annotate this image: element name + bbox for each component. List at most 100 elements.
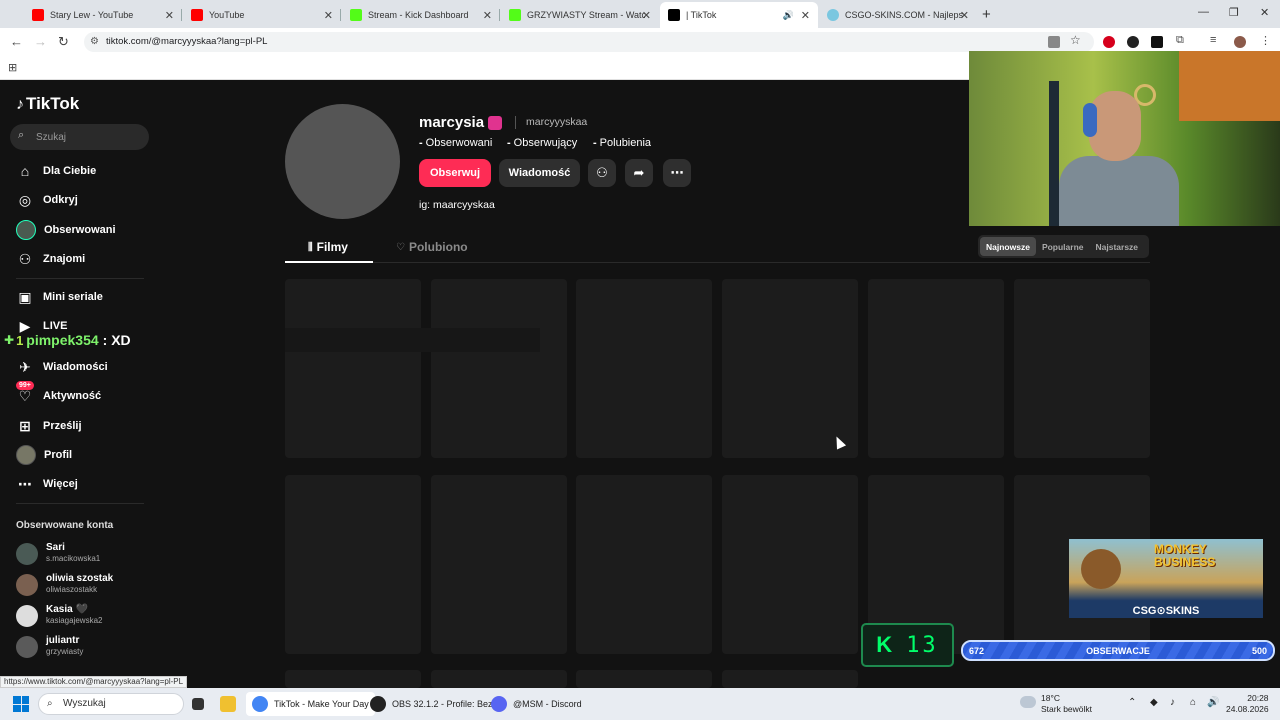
opera-extension-icon[interactable] [1103,36,1115,48]
back-icon[interactable]: ← [10,34,23,49]
stat-following[interactable]: - Obserwowani [419,137,492,149]
sidebar-item-messages[interactable]: ✈ Wiadomości [16,355,146,379]
microphone-icon[interactable]: ♪ [1170,697,1175,708]
sidebar-item-following[interactable]: Obserwowani [16,218,146,242]
more-options-icon[interactable]: ⋯ [663,159,691,187]
sidebar-item-friends[interactable]: ⚇ Znajomi [16,247,146,271]
file-explorer-icon[interactable] [220,692,242,716]
video-card[interactable] [868,279,1004,458]
new-tab-button[interactable]: + [982,6,991,23]
chrome-icon [252,696,268,712]
video-card[interactable] [285,670,421,688]
puzzle-icon[interactable]: ⧉ [1176,34,1188,46]
windows-start-icon[interactable] [13,696,29,712]
video-card[interactable] [285,279,421,458]
reading-list-icon[interactable]: ≡ [1210,34,1222,46]
task-view-icon[interactable] [192,692,210,716]
add-friend-icon[interactable]: ⚇ [588,159,616,187]
video-card[interactable] [285,475,421,654]
clock[interactable]: 20:28 24.08.2026 [1226,693,1269,715]
sidebar-item-profile[interactable]: Profil [16,443,146,467]
close-icon[interactable]: ✕ [324,9,333,22]
extension-icon[interactable] [1151,36,1163,48]
video-card[interactable] [431,279,567,458]
browser-tab-2[interactable]: YouTube ✕ [183,4,341,26]
close-icon[interactable]: ✕ [960,9,969,22]
sidebar-item-for-you[interactable]: ⌂ Dla Ciebie [16,159,146,183]
sort-toggle: Najnowsze Popularne Najstarsze [978,235,1149,258]
taskbar-search[interactable]: ⌕ Wyszukaj [38,693,184,715]
forward-icon[interactable]: → [34,34,47,49]
apps-grid-icon[interactable]: ⊞ [8,61,17,74]
message-button[interactable]: Wiadomość [499,159,580,187]
stat-followers[interactable]: - Obserwujący [507,137,577,149]
url-field[interactable]: ⚙ tiktok.com/@marcyyyskaa?lang=pl-PL [84,32,1094,52]
browser-tab-4[interactable]: GRZYWIASTY Stream - Watch Live ✕ [501,4,659,26]
search-box[interactable]: ⌕ [10,124,149,150]
sort-newest[interactable]: Najnowsze [980,237,1036,256]
account-name: Kasia 🖤 [46,604,88,615]
reload-icon[interactable]: ↻ [58,34,69,50]
followed-account[interactable]: Sari s.macikowska1 [16,542,146,568]
followed-account[interactable]: oliwia szostak oliwiaszostakk [16,573,146,599]
chevron-up-icon[interactable]: ⌃ [1128,697,1136,708]
nav-label: Mini seriale [43,291,103,303]
weather-widget[interactable]: 18°C Stark bewölkt [1020,693,1092,715]
browser-tab-5-active[interactable]: | TikTok 🔊 ✕ [660,2,818,28]
taskbar-app-obs[interactable]: OBS 32.1.2 - Profile: Bez [370,692,493,716]
video-card[interactable] [722,670,858,688]
follow-button[interactable]: Obserwuj [419,159,491,187]
video-card[interactable] [576,670,712,688]
site-info-icon[interactable]: ⚙ [90,32,99,52]
followed-account[interactable]: juliantr grzywiasty [16,635,146,661]
tab-liked[interactable]: ♡ Polubiono [396,240,468,254]
taskbar-app-discord[interactable]: @MSM - Discord [491,692,582,716]
sidebar-item-more[interactable]: ⋯ Więcej [16,472,146,496]
compass-icon: ◎ [18,191,32,208]
share-icon[interactable]: ➦ [625,159,653,187]
account-name: Sari [46,542,65,553]
followed-account[interactable]: Kasia 🖤 kasiagajewska2 [16,604,146,630]
close-icon[interactable]: ✕ [801,9,810,22]
folder-icon [220,696,236,712]
upload-icon: ⊞ [19,417,31,434]
browser-tab-3[interactable]: Stream - Kick Dashboard ✕ [342,4,500,26]
kick-icon [509,9,521,21]
taskbar-app-chrome[interactable]: TikTok - Make Your Day [246,692,375,716]
close-icon[interactable]: ✕ [165,9,174,22]
sort-oldest[interactable]: Najstarsze [1090,237,1145,256]
translate-icon[interactable] [1048,36,1060,48]
extension-icon[interactable] [1127,36,1139,48]
profile-avatar[interactable] [1234,36,1246,48]
search-input[interactable] [36,128,141,146]
video-card[interactable] [431,670,567,688]
tab-videos[interactable]: ⫼ Filmy [308,240,348,254]
sort-popular[interactable]: Popularne [1036,237,1090,256]
close-icon[interactable]: ✕ [642,9,651,22]
sidebar-item-mini-series[interactable]: ▣ Mini seriale [16,285,146,309]
network-icon[interactable]: ⌂ [1190,697,1196,708]
video-card[interactable] [576,475,712,654]
browser-tab-1[interactable]: Stary Lew - YouTube ✕ [24,4,182,26]
close-icon[interactable]: ✕ [483,9,492,22]
active-tab-indicator [285,261,373,263]
tab-bar: Stary Lew - YouTube ✕ YouTube ✕ Stream -… [0,0,1280,28]
video-card[interactable] [431,475,567,654]
video-card[interactable] [722,279,858,458]
sidebar-item-activity[interactable]: ♡ 99+ Aktywność [16,381,146,408]
close-window-button[interactable]: ✕ [1260,6,1269,19]
sidebar-item-upload[interactable]: ⊞ Prześlij [16,414,146,438]
sidebar-item-explore[interactable]: ◎ Odkryj [16,188,146,212]
tray-app-icon[interactable]: ◆ [1150,697,1158,708]
minimize-button[interactable]: — [1198,6,1209,18]
browser-tab-6[interactable]: CSGO-SKINS.COM - Najlepsze ✕ [819,4,977,26]
video-card[interactable] [1014,279,1150,458]
audio-icon[interactable]: 🔊 [783,10,794,21]
bookmark-star-icon[interactable]: ☆ [1070,33,1082,47]
volume-icon[interactable]: 🔊 [1207,697,1219,708]
video-card[interactable] [576,279,712,458]
menu-icon[interactable]: ⋮ [1260,34,1272,47]
tiktok-logo[interactable]: ♪ TikTok [16,94,79,114]
maximize-button[interactable]: ❐ [1229,6,1239,19]
video-card[interactable] [722,475,858,654]
